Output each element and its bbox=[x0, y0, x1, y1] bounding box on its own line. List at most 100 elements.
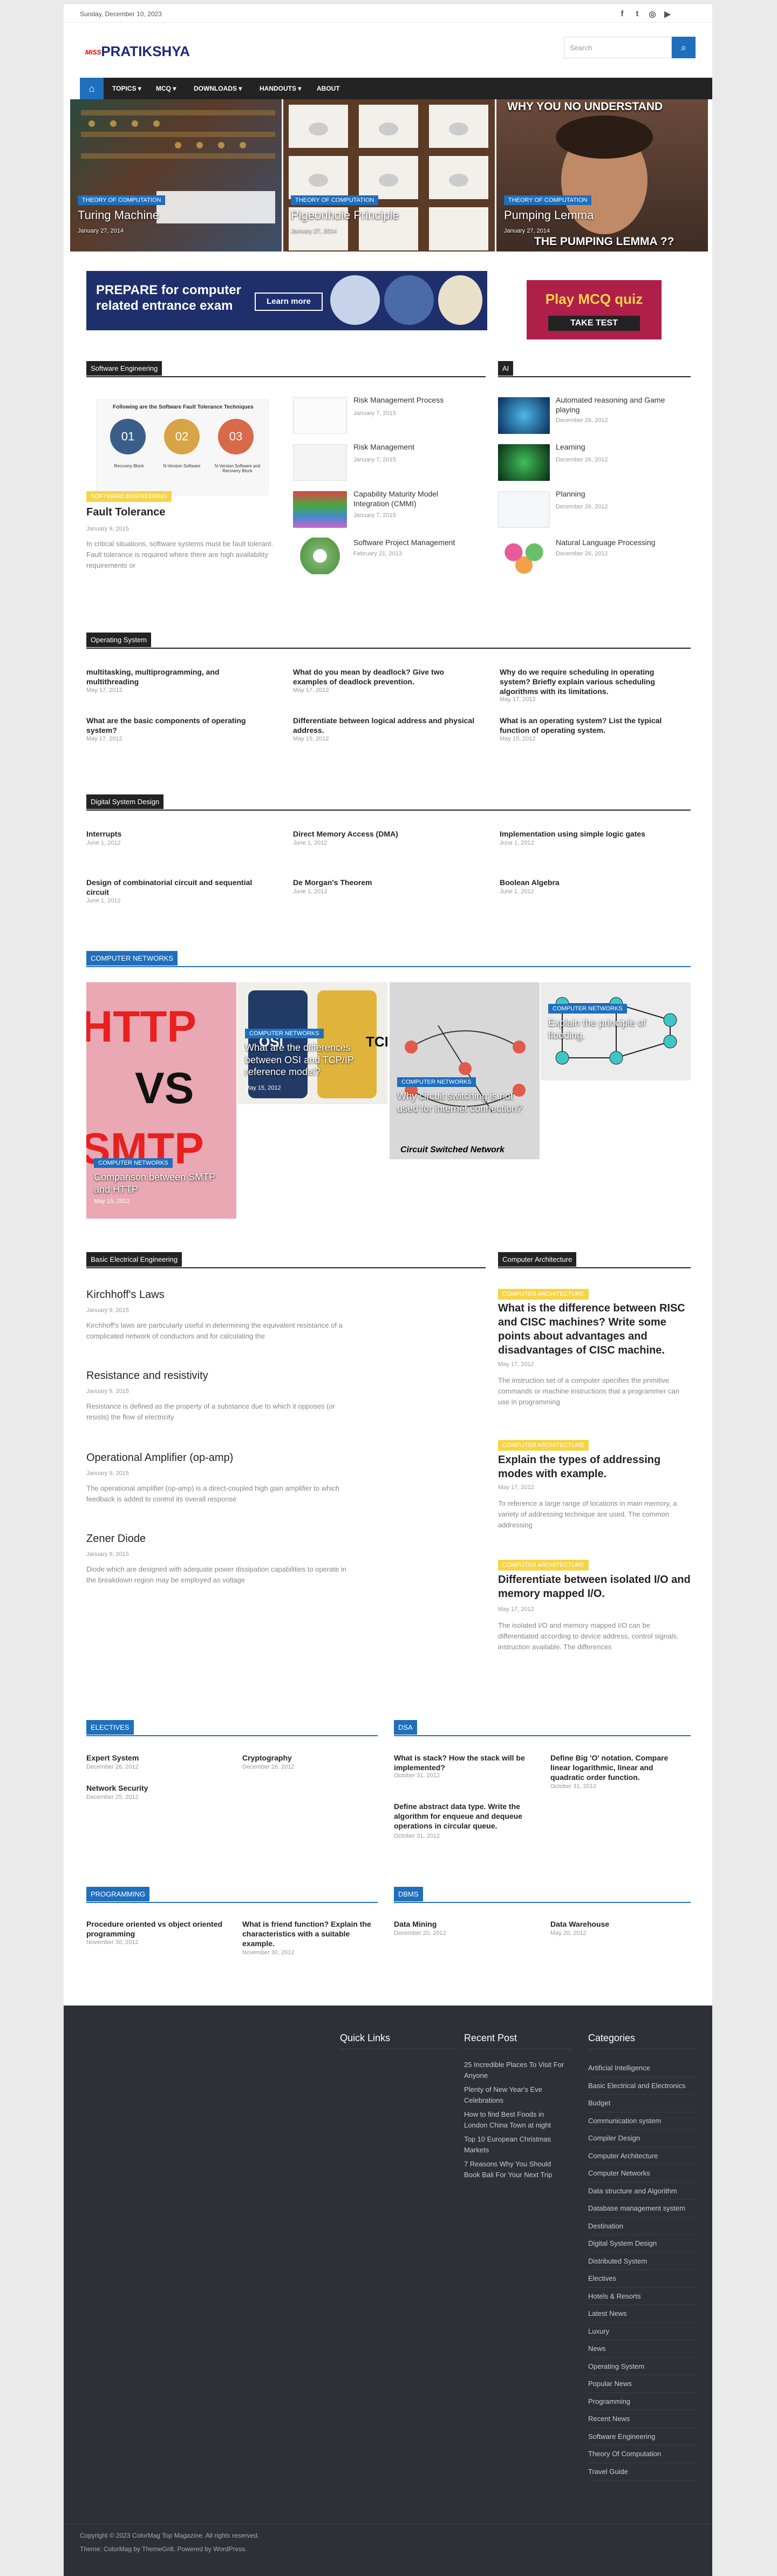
footer-category-link[interactable]: Hotels & Resorts bbox=[588, 2288, 696, 2305]
post-title[interactable]: Define Big 'O' notation. Compare linear … bbox=[550, 1753, 688, 1783]
slide-category[interactable]: THEORY OF COMPUTATION bbox=[291, 195, 379, 205]
section-title-dsa[interactable]: DSA bbox=[394, 1720, 417, 1735]
post-title[interactable]: What is an operating system? List the ty… bbox=[500, 716, 683, 735]
footer-category-link[interactable]: Operating System bbox=[588, 2358, 696, 2375]
footer-category-link[interactable]: Destination bbox=[588, 2218, 696, 2235]
footer-category-link[interactable]: Basic Electrical and Electronics bbox=[588, 2077, 696, 2095]
slide-title[interactable]: Turing Machine bbox=[78, 208, 159, 222]
post-category[interactable]: COMPUTER NETWORKS bbox=[245, 1029, 324, 1038]
footer-category-link[interactable]: Distributed System bbox=[588, 2253, 696, 2270]
category-tag[interactable]: COMPUTER ARCHITECTURE bbox=[498, 1289, 589, 1300]
nav-handouts[interactable]: HANDOUTS ▾ bbox=[260, 85, 301, 92]
post-title[interactable]: Planning bbox=[556, 489, 688, 499]
post-thumbnail[interactable] bbox=[293, 444, 347, 481]
twitter-icon[interactable]: t bbox=[632, 9, 642, 18]
post-thumbnail[interactable] bbox=[498, 397, 550, 434]
post-title[interactable]: Differentiate between logical address an… bbox=[293, 716, 476, 735]
post-title[interactable]: Fault Tolerance bbox=[86, 505, 165, 519]
footer-recent-link[interactable]: Top 10 European Christmas Markets bbox=[464, 2134, 567, 2155]
section-title-computer-networks[interactable]: COMPUTER NETWORKS bbox=[86, 951, 178, 966]
section-title-digital-system-design[interactable]: Digital System Design bbox=[86, 794, 164, 809]
section-title-electives[interactable]: ELECTIVES bbox=[86, 1720, 134, 1735]
post-title[interactable]: Define abstract data type. Write the alg… bbox=[394, 1802, 531, 1831]
fault-tolerance-image[interactable]: Following are the Software Fault Toleran… bbox=[96, 399, 269, 495]
ad-banner-entrance[interactable]: PREPARE for computer related entrance ex… bbox=[86, 271, 487, 330]
post-title[interactable]: Why do we require scheduling in operatin… bbox=[500, 667, 683, 697]
category-tag[interactable]: SOFTWARE ENGINEERING bbox=[86, 491, 172, 502]
footer-category-link[interactable]: News bbox=[588, 2340, 696, 2358]
section-title-programming[interactable]: PROGRAMMING bbox=[86, 1887, 150, 1901]
search-button[interactable]: ⌕ bbox=[672, 37, 696, 58]
post-title[interactable]: Differentiate between isolated I/O and m… bbox=[498, 1573, 691, 1601]
post-title[interactable]: Direct Memory Access (DMA) bbox=[293, 829, 476, 839]
instagram-icon[interactable]: ◎ bbox=[648, 9, 657, 19]
post-title[interactable]: What are the differences between OSI and… bbox=[245, 1042, 380, 1078]
post-category[interactable]: COMPUTER NETWORKS bbox=[94, 1158, 173, 1168]
footer-recent-link[interactable]: 25 Incredible Places To Visit For Anyone bbox=[464, 2060, 567, 2081]
ad-learn-more-button[interactable]: Learn more bbox=[255, 293, 323, 311]
slide-title[interactable]: Pigeonhole Principle bbox=[291, 208, 399, 222]
footer-category-link[interactable]: Recent News bbox=[588, 2410, 696, 2428]
post-title[interactable]: Cryptography bbox=[242, 1753, 380, 1763]
post-category[interactable]: COMPUTER NETWORKS bbox=[548, 1004, 627, 1014]
post-title[interactable]: Expert System bbox=[86, 1753, 224, 1763]
section-title-basic-electrical-engineering[interactable]: Basic Electrical Engineering bbox=[86, 1252, 182, 1267]
footer-category-link[interactable]: Compiler Design bbox=[588, 2130, 696, 2147]
footer-category-link[interactable]: Artificial Intelligence bbox=[588, 2060, 696, 2077]
slide-category[interactable]: THEORY OF COMPUTATION bbox=[504, 195, 592, 205]
footer-category-link[interactable]: Database management system bbox=[588, 2200, 696, 2218]
post-title[interactable]: De Morgan's Theorem bbox=[293, 878, 476, 887]
cn-card-smtp-http[interactable]: HTTP VS SMTP COMPUTER NETWORKS Compariso… bbox=[86, 982, 236, 1219]
category-tag[interactable]: COMPUTER ARCHITECTURE bbox=[498, 1440, 589, 1451]
footer-category-link[interactable]: Travel Guide bbox=[588, 2463, 696, 2480]
post-title[interactable]: Boolean Algebra bbox=[500, 878, 683, 887]
post-thumbnail[interactable] bbox=[498, 538, 550, 574]
post-title[interactable]: What are the basic components of operati… bbox=[86, 716, 270, 735]
footer-category-link[interactable]: Luxury bbox=[588, 2323, 696, 2340]
footer-recent-link[interactable]: How to find Best Foods in London China T… bbox=[464, 2109, 567, 2130]
post-title[interactable]: Zener Diode bbox=[86, 1532, 146, 1546]
post-title[interactable]: What is stack? How the stack will be imp… bbox=[394, 1753, 531, 1772]
footer-category-link[interactable]: Theory Of Computation bbox=[588, 2445, 696, 2463]
post-thumbnail[interactable] bbox=[293, 491, 347, 528]
search-input[interactable]: Search bbox=[564, 37, 672, 58]
post-thumbnail[interactable] bbox=[498, 491, 550, 528]
post-title[interactable]: Why circuit switching is not used for in… bbox=[397, 1090, 532, 1114]
post-thumbnail[interactable] bbox=[498, 444, 550, 481]
slide-turing[interactable]: THEORY OF COMPUTATION Turing Machine Jan… bbox=[70, 99, 282, 252]
post-thumbnail[interactable] bbox=[293, 397, 347, 434]
category-tag[interactable]: COMPUTER ARCHITECTURE bbox=[498, 1560, 589, 1571]
cn-card-osi-tcpip[interactable]: OSI TCP COMPUTER NETWORKS What are the d… bbox=[237, 982, 387, 1104]
footer-category-link[interactable]: Computer Networks bbox=[588, 2165, 696, 2183]
facebook-icon[interactable]: f bbox=[617, 9, 627, 18]
post-title[interactable]: Design of combinatorial circuit and sequ… bbox=[86, 878, 270, 897]
post-title[interactable]: multitasking, multiprogramming, and mult… bbox=[86, 667, 270, 687]
footer-category-link[interactable]: Budget bbox=[588, 2095, 696, 2112]
post-title[interactable]: Explain the principle of flooding. bbox=[548, 1017, 683, 1041]
footer-category-link[interactable]: Latest News bbox=[588, 2305, 696, 2323]
slide-title[interactable]: Pumping Lemma bbox=[504, 208, 594, 222]
post-title[interactable]: Learning bbox=[556, 442, 688, 452]
slide-category[interactable]: THEORY OF COMPUTATION bbox=[78, 195, 166, 205]
section-title-ai[interactable]: AI bbox=[498, 361, 514, 376]
footer-category-link[interactable]: Communication system bbox=[588, 2112, 696, 2130]
post-title[interactable]: Network Security bbox=[86, 1783, 224, 1793]
post-title[interactable]: Capability Maturity Model Integration (C… bbox=[353, 489, 472, 508]
youtube-icon[interactable]: ▶ bbox=[663, 9, 672, 19]
post-title[interactable]: Kirchhoff's Laws bbox=[86, 1288, 165, 1302]
section-title-software-engineering[interactable]: Software Engineering bbox=[86, 361, 162, 376]
post-title[interactable]: What do you mean by deadlock? Give two e… bbox=[293, 667, 476, 687]
nav-about[interactable]: ABOUT bbox=[317, 85, 340, 92]
post-thumbnail[interactable] bbox=[293, 538, 347, 574]
cn-card-circuit-switching[interactable]: COMPUTER NETWORKS Why circuit switching … bbox=[390, 982, 540, 1159]
ad-take-test-button[interactable]: TAKE TEST bbox=[548, 316, 640, 331]
ad-banner-mcq[interactable]: Play MCQ quiz TAKE TEST bbox=[527, 280, 662, 339]
post-title[interactable]: Risk Management bbox=[353, 442, 472, 452]
post-title[interactable]: Operational Amplifier (op-amp) bbox=[86, 1451, 233, 1465]
post-title[interactable]: Software Project Management bbox=[353, 538, 472, 547]
post-title[interactable]: Data Warehouse bbox=[550, 1919, 688, 1929]
post-title[interactable]: What is friend function? Explain the cha… bbox=[242, 1919, 380, 1949]
post-title[interactable]: What is the difference between RISC and … bbox=[498, 1301, 691, 1357]
footer-category-link[interactable]: Programming bbox=[588, 2393, 696, 2410]
post-title[interactable]: Implementation using simple logic gates bbox=[500, 829, 683, 839]
